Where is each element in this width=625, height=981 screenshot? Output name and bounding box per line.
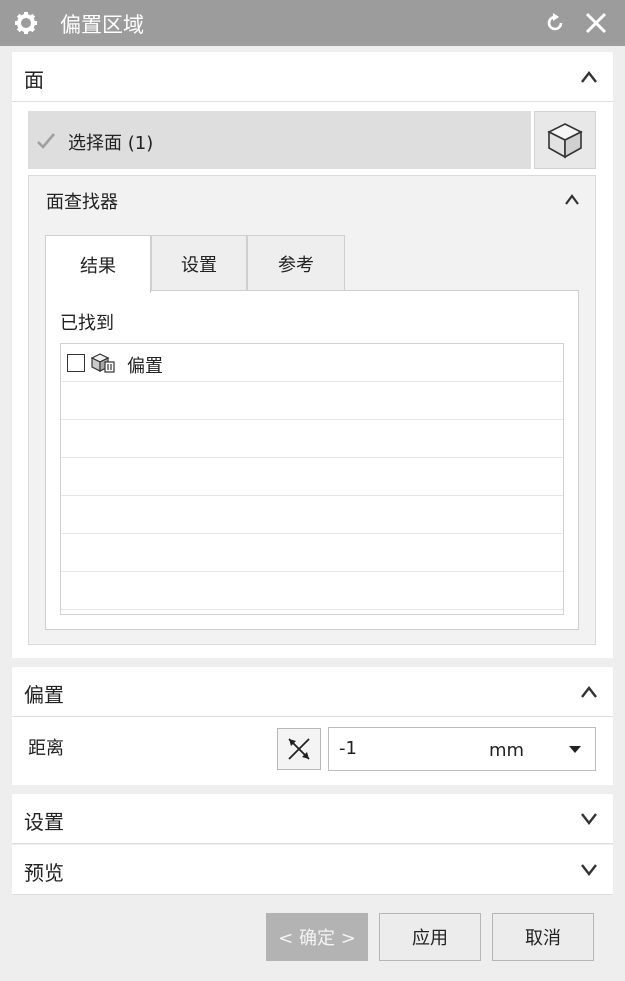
- face-finder-title: 面查找器: [46, 192, 118, 213]
- reset-icon[interactable]: [544, 12, 566, 34]
- found-label: 已找到: [60, 313, 114, 334]
- chevron-up-icon[interactable]: [579, 68, 599, 86]
- cube-icon: [547, 123, 583, 159]
- gear-icon[interactable]: [14, 11, 38, 35]
- caret-down-icon[interactable]: [569, 746, 581, 753]
- list-item: [61, 534, 563, 572]
- ok-button[interactable]: < 确定 >: [266, 913, 368, 961]
- list-item[interactable]: 偏置: [61, 344, 563, 382]
- offset-region-dialog: 偏置区域 面 选择面 (1) 面查找器 结果 设置 参考 已找到 偏置 偏置 距…: [0, 0, 625, 981]
- face-section-header[interactable]: 面: [12, 52, 613, 102]
- list-item: [61, 382, 563, 420]
- distance-label: 距离: [28, 738, 64, 759]
- reverse-direction-button[interactable]: [277, 728, 321, 770]
- list-item: [61, 496, 563, 534]
- dialog-title: 偏置区域: [60, 13, 144, 37]
- face-finder-group: 面查找器 结果 设置 参考 已找到 偏置: [28, 175, 596, 645]
- tab-settings[interactable]: 设置: [151, 235, 247, 291]
- distance-value[interactable]: -1: [339, 738, 357, 759]
- preview-section-header[interactable]: 预览: [12, 845, 613, 895]
- settings-section-header[interactable]: 设置: [12, 794, 613, 844]
- checkmark-icon: [37, 133, 55, 149]
- apply-button[interactable]: 应用: [379, 913, 481, 961]
- chevron-up-icon[interactable]: [579, 683, 599, 701]
- close-icon[interactable]: [584, 11, 608, 35]
- title-bar[interactable]: 偏置区域: [0, 0, 625, 46]
- chevron-down-icon[interactable]: [579, 861, 599, 879]
- chevron-up-icon[interactable]: [563, 192, 581, 208]
- tab-results[interactable]: 结果: [45, 235, 151, 293]
- results-tab-panel: 已找到 偏置: [45, 290, 579, 630]
- offset-section-title: 偏置: [24, 683, 64, 707]
- chevron-down-icon[interactable]: [579, 810, 599, 828]
- offset-face-icon: [91, 353, 115, 373]
- settings-section-title: 设置: [24, 810, 64, 834]
- reverse-direction-icon: [288, 738, 310, 760]
- unit-select[interactable]: mm: [489, 740, 524, 761]
- tab-reference[interactable]: 参考: [247, 235, 345, 291]
- face-section-title: 面: [24, 68, 44, 92]
- select-face-label: 选择面 (1): [68, 133, 154, 154]
- list-item: [61, 572, 563, 610]
- face-select-cube-button[interactable]: [534, 111, 596, 169]
- offset-section-header[interactable]: 偏置: [12, 667, 613, 717]
- item-checkbox[interactable]: [67, 354, 85, 372]
- found-list[interactable]: 偏置: [60, 343, 564, 615]
- list-item: [61, 458, 563, 496]
- distance-input[interactable]: -1 mm: [328, 727, 596, 771]
- cancel-button[interactable]: 取消: [492, 913, 594, 961]
- select-face-row[interactable]: 选择面 (1): [28, 111, 531, 169]
- preview-section-title: 预览: [24, 861, 64, 885]
- item-label: 偏置: [127, 356, 163, 377]
- list-item: [61, 420, 563, 458]
